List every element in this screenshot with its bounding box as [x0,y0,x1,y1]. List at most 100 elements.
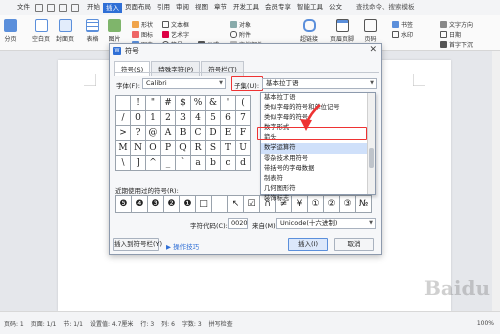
tab-symbol-bar[interactable]: 符号栏(T) [201,61,244,76]
status-words[interactable]: 字数: 3 [182,319,202,328]
symbol-cell[interactable]: F [236,126,251,141]
from-select[interactable]: Unicode(十六进制) ▼ [276,218,376,229]
symbol-cell[interactable]: / [116,111,131,126]
symbol-cell[interactable]: ` [176,156,191,171]
recent-symbol-cell[interactable]: ❺ [116,196,132,213]
menu-review[interactable]: 审阅 [173,0,192,15]
dialog-titlebar[interactable]: W 符号 ✕ [110,44,381,58]
symbol-cell[interactable]: S [206,141,221,156]
symbol-cell[interactable]: 1 [146,111,161,126]
dropdown-scrollbar[interactable] [367,93,375,194]
cancel-button[interactable]: 取消 [334,238,374,251]
symbol-cell[interactable]: ( [236,96,251,111]
menu-chapter[interactable]: 章节 [211,0,230,15]
attachment-button[interactable]: 附件 [230,30,251,39]
symbol-cell[interactable]: b [206,156,221,171]
header-footer-button[interactable]: 页眉页脚 [330,19,354,43]
recent-symbol-cell[interactable]: □ [196,196,212,213]
symbol-cell[interactable]: A [161,126,176,141]
symbol-cell[interactable]: ? [131,126,146,141]
drop-cap-button[interactable]: 首字下沉 [440,40,473,49]
symbol-cell[interactable]: c [221,156,236,171]
recent-symbol-cell[interactable]: ❶ [180,196,196,213]
symbol-cell[interactable]: " [146,96,161,111]
symbol-cell[interactable]: Q [176,141,191,156]
recent-symbol-cell[interactable]: ❹ [132,196,148,213]
page-break-button[interactable]: 分页 [4,19,17,43]
dropdown-item[interactable]: 带括号的字母数据 [261,164,375,174]
save-icon[interactable] [35,3,43,12]
dropdown-item[interactable]: 基本拉丁语 [261,93,375,103]
icon-button[interactable]: 图标 [132,30,153,39]
spell-check-toggle[interactable]: 拼写检查 [209,319,233,328]
insert-button[interactable]: 插入(I) [288,238,328,251]
date-button[interactable]: 日期 [440,30,461,39]
menu-official[interactable]: 公文 [326,0,345,15]
cover-page-button[interactable]: 封面页 [56,19,74,43]
menu-member[interactable]: 会员专享 [262,0,294,15]
shape-button[interactable]: 形状 [132,20,153,29]
insert-to-bar-button[interactable]: 插入到符号栏(Y) [113,238,162,251]
symbol-cell[interactable]: B [176,126,191,141]
symbol-cell[interactable]: 5 [206,111,221,126]
menu-view[interactable]: 视图 [192,0,211,15]
symbol-cell[interactable]: R [191,141,206,156]
close-icon[interactable]: ✕ [369,45,377,55]
symbol-cell[interactable]: > [116,126,131,141]
bookmark-button[interactable]: 书签 [392,20,413,29]
symbol-cell[interactable]: E [221,126,236,141]
symbol-cell[interactable]: a [191,156,206,171]
symbol-cell[interactable]: T [221,141,236,156]
redo-icon[interactable] [71,3,79,12]
textbox-button[interactable]: 文本框 [162,20,189,29]
menu-insert[interactable]: 插入 [103,2,122,13]
recent-symbol-cell[interactable] [212,196,228,213]
menu-references[interactable]: 引用 [154,0,173,15]
font-select[interactable]: Calibri ▼ [142,78,226,89]
print-icon[interactable] [47,3,55,12]
symbol-cell[interactable]: ] [131,156,146,171]
dropdown-item[interactable]: 几何图形符 [261,184,375,194]
search-command-input[interactable]: 查找命令、搜索模板 [353,0,418,15]
symbol-cell[interactable]: ' [221,96,236,111]
dropdown-item[interactable]: 制表符 [261,174,375,184]
page-number-button[interactable]: 页码 [364,19,377,43]
recent-symbol-cell[interactable]: ☑ [244,196,260,213]
blank-page-button[interactable]: 空白页 [32,19,50,43]
menu-layout[interactable]: 页面布局 [122,0,154,15]
menu-file[interactable]: 文件 [14,0,33,15]
symbol-cell[interactable]: d [236,156,251,171]
symbol-cell[interactable]: U [236,141,251,156]
subset-select[interactable]: 基本拉丁语 ▼ [262,78,377,89]
symbol-cell[interactable]: C [191,126,206,141]
recent-symbol-cell[interactable]: ❷ [164,196,180,213]
symbol-cell[interactable]: # [161,96,176,111]
menu-developer[interactable]: 开发工具 [230,0,262,15]
art-text-button[interactable]: 艺术字 [162,30,189,39]
symbol-cell[interactable]: % [191,96,206,111]
symbol-cell[interactable]: M [116,141,131,156]
vertical-scrollbar[interactable] [492,51,500,311]
symbol-cell[interactable]: D [206,126,221,141]
tab-symbols[interactable]: 符号(S) [114,61,151,76]
menu-smart-tools[interactable]: 智能工具 [294,0,326,15]
hyperlink-button[interactable]: 超链接 [300,19,318,43]
symbol-cell[interactable]: 0 [131,111,146,126]
menu-home[interactable]: 开始 [84,0,103,15]
symbol-cell[interactable]: ! [131,96,146,111]
watermark-button[interactable]: 水印 [392,30,413,39]
symbol-cell[interactable]: P [161,141,176,156]
symbol-cell[interactable]: @ [146,126,161,141]
tips-link[interactable]: ▶ 操作技巧 [166,241,199,251]
tab-special-chars[interactable]: 特殊字符(P) [151,61,201,76]
recent-symbol-cell[interactable]: ❸ [148,196,164,213]
symbol-cell[interactable]: N [131,141,146,156]
symbol-cell[interactable]: 6 [221,111,236,126]
symbol-cell[interactable] [116,96,131,111]
recent-symbol-cell[interactable]: ↖ [228,196,244,213]
dropdown-item[interactable]: 数学运算符 [261,143,375,154]
symbol-cell[interactable]: & [206,96,221,111]
symbol-cell[interactable]: 4 [191,111,206,126]
dropdown-item[interactable]: 零杂技术用符号 [261,154,375,164]
symbol-cell[interactable]: 3 [176,111,191,126]
